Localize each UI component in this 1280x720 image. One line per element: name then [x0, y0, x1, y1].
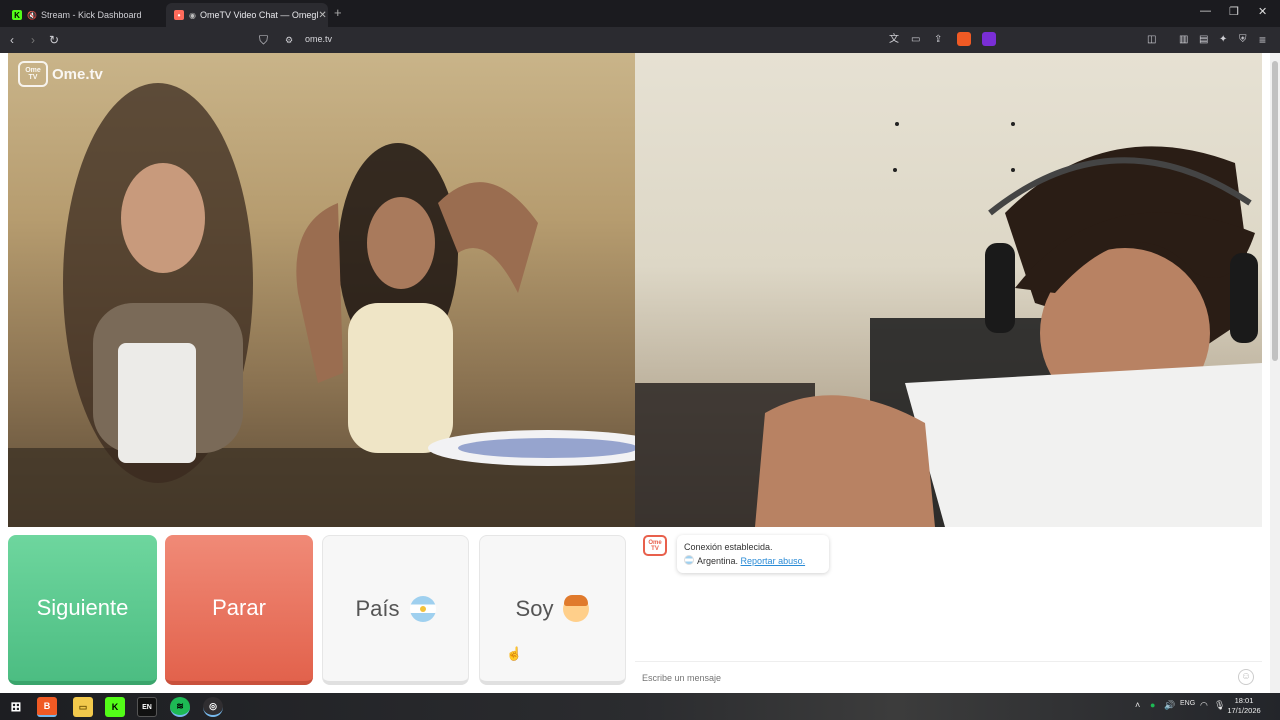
brave-rewards-icon[interactable] — [982, 32, 996, 46]
microphone-icon[interactable]: 🎙 — [1214, 700, 1225, 711]
brave-browser-icon[interactable]: B — [37, 697, 57, 717]
stop-button-label: Parar — [212, 595, 266, 620]
file-explorer-icon[interactable]: ▭ — [73, 697, 93, 717]
chat-input-bar: ☺ — [635, 661, 1262, 693]
system-message: Conexión establecida. Argentina. Reporta… — [677, 535, 829, 573]
terminal-icon[interactable]: EN — [137, 697, 157, 717]
stranger-video: Ome TV Ome.tv — [8, 53, 635, 527]
clock-time: 18:01 — [1234, 696, 1254, 705]
gender-button[interactable]: Soy — [479, 535, 626, 685]
tab-ometv[interactable]: • ◉ OmeTV Video Chat — Omegl ✕ — [166, 3, 328, 27]
country-button[interactable]: País — [322, 535, 469, 685]
brave-shields-icon[interactable] — [957, 32, 971, 46]
bookmark-icon[interactable]: ⛉ — [259, 33, 268, 47]
gender-button-label: Soy — [515, 595, 554, 621]
show-hidden-icons-icon[interactable]: ˄ — [1135, 700, 1140, 710]
plus-icon[interactable]: + — [334, 5, 342, 20]
kick-icon: K — [12, 10, 22, 20]
ometv-logo-text: Ome.tv — [52, 65, 103, 83]
boy-avatar-icon — [563, 594, 590, 622]
vpn-icon[interactable]: ⛨ — [1239, 33, 1247, 47]
ometv-page: Ome TV Ome.tv Siguiente Parar País Soy ☝… — [0, 53, 1270, 693]
forward-icon[interactable]: › — [31, 33, 35, 47]
system-clock[interactable]: 18:01 17/1/2026 — [1226, 696, 1262, 716]
restore-icon[interactable]: ❐ — [1229, 5, 1239, 18]
recording-icon: ◉ — [189, 10, 196, 20]
network-icon[interactable]: ◠ — [1200, 700, 1208, 711]
windows-taskbar: ⊞ B ▭ K EN ≋ ◎ ˄ ● 🔊 ENG ◠ 🎙 18:01 17/1/… — [0, 693, 1280, 720]
cast-icon[interactable]: ▭ — [911, 33, 920, 47]
muted-speaker-icon[interactable]: 🔇 — [27, 11, 37, 20]
report-abuse-link[interactable]: Reportar abuso. — [741, 556, 806, 566]
page-scrollbar[interactable] — [1270, 53, 1280, 693]
translate-icon[interactable]: 文 — [889, 33, 899, 47]
kick-app-icon[interactable]: K — [105, 697, 125, 717]
spotify-tray-icon[interactable]: ● — [1150, 700, 1155, 710]
ometv-chat-logo-icon: Ome TV — [643, 535, 667, 556]
message-input[interactable] — [642, 668, 1222, 688]
tab-title: OmeTV Video Chat — Omegl — [199, 10, 319, 20]
browser-tab-bar: K 🔇 Stream - Kick Dashboard • ◉ OmeTV Vi… — [0, 0, 1280, 27]
close-tab-icon[interactable]: ✕ — [318, 10, 326, 21]
next-button[interactable]: Siguiente — [8, 535, 157, 685]
scrollbar-thumb[interactable] — [1272, 61, 1278, 361]
menu-icon[interactable]: ≡ — [1259, 33, 1266, 47]
minimize-icon[interactable]: — — [1200, 5, 1211, 17]
argentina-flag-icon — [409, 595, 436, 622]
back-icon[interactable]: ‹ — [10, 33, 14, 47]
extensions-icon[interactable]: ✦ — [1219, 33, 1227, 47]
argentina-flag-icon — [684, 555, 694, 565]
address-bar[interactable]: ome.tv — [305, 34, 332, 44]
tab-title: Stream - Kick Dashboard — [40, 10, 142, 20]
spotify-icon[interactable]: ≋ — [170, 697, 190, 717]
chat-panel: Ome TV Conexión establecida. Argentina. … — [635, 527, 1262, 693]
clock-date: 17/1/2026 — [1227, 706, 1261, 715]
obs-studio-icon[interactable]: ◎ — [203, 697, 223, 717]
sidebar-icon[interactable]: ▥ — [1179, 33, 1188, 47]
ometv-logo[interactable]: Ome TV Ome.tv — [18, 61, 103, 87]
site-settings-icon[interactable]: ⚙ — [285, 33, 293, 47]
self-video-frame — [635, 122, 1262, 527]
next-button-label: Siguiente — [36, 595, 129, 620]
connection-status: Conexión establecida. — [684, 542, 773, 552]
tab-kick-dashboard[interactable]: K 🔇 Stream - Kick Dashboard — [4, 3, 164, 27]
share-icon[interactable]: ⇪ — [934, 33, 942, 47]
stop-button[interactable]: Parar — [165, 535, 313, 685]
ometv-logo-badge: Ome TV — [18, 61, 48, 87]
volume-icon[interactable]: 🔊 — [1164, 700, 1175, 711]
country-button-label: País — [355, 595, 400, 621]
ometv-favicon-icon: • — [174, 10, 184, 20]
leo-ai-icon[interactable]: ◫ — [1147, 33, 1156, 47]
stranger-video-frame — [8, 83, 635, 527]
wallet-icon[interactable]: ▤ — [1199, 33, 1208, 47]
reload-icon[interactable]: ↻ — [49, 33, 59, 47]
windows-start-icon[interactable]: ⊞ — [6, 697, 26, 717]
hand-cursor-icon: ☝ — [506, 646, 523, 661]
browser-toolbar: ‹ › ↻ ⛉ ⚙ ome.tv 文 ▭ ⇪ ◫ ▥ ▤ ✦ ⛨ ≡ — [0, 27, 1280, 53]
self-video — [635, 53, 1262, 527]
close-icon[interactable]: ✕ — [1258, 5, 1267, 18]
stranger-country: Argentina. — [697, 556, 739, 566]
smiley-icon[interactable]: ☺ — [1238, 669, 1254, 685]
language-indicator[interactable]: ENG — [1180, 700, 1195, 707]
